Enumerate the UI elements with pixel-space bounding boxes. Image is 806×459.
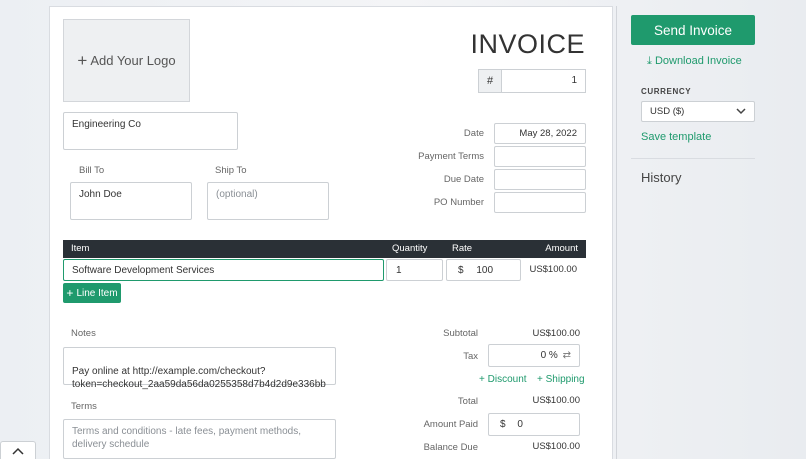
terms-label: Terms: [71, 401, 97, 412]
sidebar-separator: [631, 158, 755, 159]
hash-prefix: #: [479, 70, 502, 92]
plus-icon: +: [66, 286, 74, 300]
download-invoice-link[interactable]: ⤓ Download Invoice: [647, 55, 742, 68]
amount-paid-label: Amount Paid: [423, 419, 478, 430]
bill-to-field[interactable]: John Doe: [70, 182, 192, 220]
swap-icon[interactable]: ⇄: [563, 350, 571, 361]
payment-terms-field[interactable]: [494, 146, 586, 167]
currency-label: CURRENCY: [641, 87, 692, 96]
download-invoice-label: Download Invoice: [654, 55, 742, 67]
tax-field[interactable]: 0 % ⇄: [488, 344, 580, 367]
chevron-down-icon: [736, 108, 746, 115]
due-date-label: Due Date: [443, 174, 484, 185]
subtotal-value: US$100.00: [532, 328, 580, 339]
terms-field[interactable]: Terms and conditions - late fees, paymen…: [63, 419, 336, 459]
add-line-item-button[interactable]: + Line Item: [63, 283, 121, 303]
plus-icon: +: [479, 374, 485, 385]
line-items-header: Item Quantity Rate Amount: [63, 240, 586, 258]
total-value: US$100.00: [532, 395, 580, 406]
notes-field[interactable]: Pay online at http://example.com/checkou…: [63, 347, 336, 390]
save-template-link[interactable]: Save template: [641, 131, 711, 143]
add-logo-button[interactable]: + Add Your Logo: [63, 19, 190, 102]
currency-select[interactable]: USD ($): [641, 101, 755, 122]
add-logo-label: Add Your Logo: [90, 53, 176, 68]
line-item-description-input[interactable]: Software Development Services: [63, 259, 384, 281]
due-date-field[interactable]: [494, 169, 586, 190]
ship-to-placeholder: (optional): [216, 189, 258, 200]
amount-paid-field[interactable]: $ 0: [488, 413, 580, 436]
line-item-rate: 100: [476, 265, 494, 276]
po-number-label: PO Number: [433, 197, 484, 208]
add-shipping-link[interactable]: + Shipping: [537, 374, 585, 385]
notes-label: Notes: [71, 328, 96, 339]
invoice-number-value[interactable]: 1: [502, 70, 585, 92]
date-label: Date: [463, 128, 484, 139]
bill-to-label: Bill To: [79, 165, 105, 176]
sidebar-divider: [616, 6, 617, 459]
invoice-sheet: + Add Your Logo INVOICE # 1 Engineering …: [49, 6, 613, 459]
download-icon: ⤓: [647, 55, 652, 67]
amount-paid-value: 0: [517, 419, 523, 430]
send-invoice-button[interactable]: Send Invoice: [631, 15, 755, 45]
terms-placeholder: Terms and conditions - late fees, paymen…: [72, 426, 302, 450]
total-label: Total: [457, 396, 478, 407]
discount-label: Discount: [487, 374, 527, 385]
header-quantity: Quantity: [392, 243, 428, 254]
date-field[interactable]: May 28, 2022: [494, 123, 586, 144]
currency-value: USD ($): [650, 106, 685, 117]
line-item-quantity: 1: [396, 265, 402, 276]
paid-currency: $: [500, 419, 506, 430]
po-number-field[interactable]: [494, 192, 586, 213]
subtotal-label: Subtotal: [443, 328, 478, 339]
invoice-title: INVOICE: [470, 29, 585, 59]
balance-due-value: US$100.00: [532, 441, 580, 452]
add-line-item-label: Line Item: [76, 287, 118, 299]
tax-value: 0: [540, 350, 547, 361]
invoice-number-field[interactable]: # 1: [478, 69, 586, 93]
header-rate: Rate: [452, 243, 473, 254]
balance-due-label: Balance Due: [423, 442, 478, 453]
header-amount: Amount: [545, 243, 578, 254]
add-discount-link[interactable]: + Discount: [479, 374, 527, 385]
scroll-to-top-button[interactable]: [0, 441, 36, 459]
ship-to-label: Ship To: [215, 165, 247, 176]
plus-icon: +: [537, 374, 543, 385]
ship-to-field[interactable]: (optional): [207, 182, 329, 220]
history-heading[interactable]: History: [641, 170, 681, 185]
header-item: Item: [71, 243, 90, 254]
from-field[interactable]: Engineering Co: [63, 112, 238, 150]
rate-currency: $: [458, 265, 464, 276]
chevron-up-icon: [12, 447, 24, 455]
plus-icon: +: [77, 51, 88, 70]
payment-terms-label: Payment Terms: [418, 151, 484, 162]
line-item-quantity-input[interactable]: 1: [386, 259, 443, 281]
tax-unit: %: [548, 350, 558, 361]
notes-value: Pay online at http://example.com/checkou…: [72, 366, 326, 390]
shipping-label: Shipping: [545, 374, 585, 385]
tax-label: Tax: [463, 351, 478, 362]
line-item-amount: US$100.00: [529, 264, 577, 275]
from-value: Engineering Co: [72, 119, 141, 130]
line-item-description: Software Development Services: [72, 265, 215, 276]
bill-to-value: John Doe: [79, 189, 122, 200]
